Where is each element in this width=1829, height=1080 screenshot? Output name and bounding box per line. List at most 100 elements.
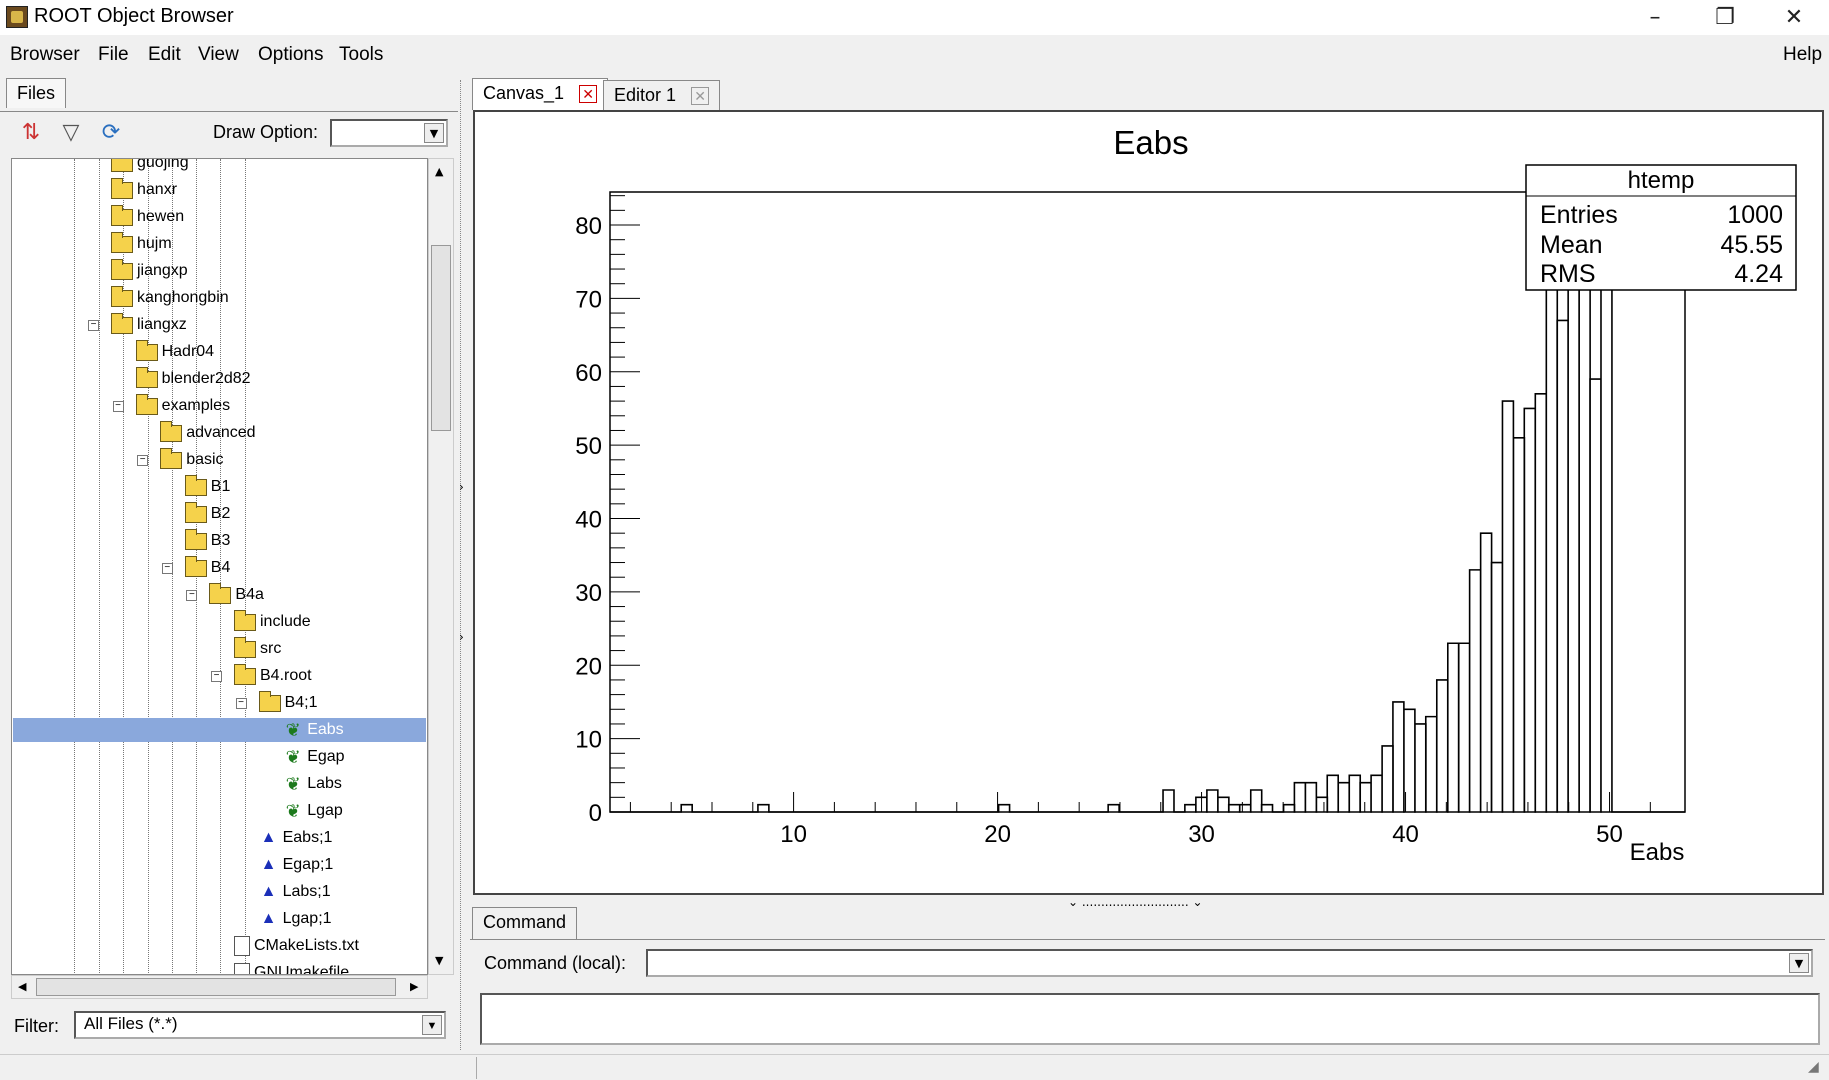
tree-horizontal-scrollbar[interactable]: ◀ ▶ <box>11 975 428 999</box>
tab-editor[interactable]: Editor 1 ✕ <box>603 80 721 110</box>
tree-item-b4[interactable]: B4 <box>184 555 230 580</box>
histogram-bin <box>1316 797 1327 812</box>
close-icon[interactable]: ✕ <box>691 87 710 105</box>
tree-item-cmakelists-txt[interactable]: CMakeLists.txt <box>234 934 359 958</box>
collapse-arrow-icon[interactable]: › <box>459 480 464 494</box>
menu-bar: Browser File Edit View Options Tools Hel… <box>0 38 1829 72</box>
close-icon[interactable]: ✕ <box>579 85 598 103</box>
folder-open-icon <box>209 582 232 604</box>
tree-item-examples[interactable]: examples <box>135 393 230 418</box>
expand-arrow-icon[interactable]: › <box>459 630 464 644</box>
tab-files[interactable]: Files <box>6 78 67 108</box>
tree-item-egap[interactable]: ❦ Egap <box>283 745 345 769</box>
y-tick-label: 80 <box>575 213 602 240</box>
chevron-down-icon[interactable]: ▼ <box>424 123 444 143</box>
tree-item-b3[interactable]: B3 <box>184 528 230 553</box>
tree-item-hanxr[interactable]: hanxr <box>111 177 177 202</box>
tree-item-jiangxp[interactable]: jiangxp <box>111 258 188 283</box>
tree-item-label: hewen <box>137 208 185 225</box>
tree-vertical-scrollbar[interactable]: ▲ ▼ <box>428 158 454 975</box>
tree-item-gnumakefile[interactable]: GNUmakefile <box>234 961 349 974</box>
tree-item-label: B2 <box>210 505 231 522</box>
scroll-right-icon[interactable]: ▶ <box>410 980 418 993</box>
command-input[interactable]: ▼ <box>646 949 1813 977</box>
folder-open-icon <box>160 447 183 469</box>
collapse-icon[interactable]: − <box>235 698 247 709</box>
menu-file[interactable]: File <box>98 44 129 66</box>
tree-item-hewen[interactable]: hewen <box>111 204 185 229</box>
tree-item-egap-1[interactable]: ▲ Egap;1 <box>259 853 334 877</box>
tree-item-label: hujm <box>137 235 172 252</box>
tree-item-labs[interactable]: ❦ Labs <box>283 772 342 796</box>
restore-button[interactable]: ❐ <box>1690 0 1760 35</box>
tree-item-advanced[interactable]: advanced <box>160 420 256 445</box>
tree-item-b1[interactable]: B1 <box>184 474 231 499</box>
folder-open-icon <box>135 393 158 415</box>
tree-item-label: B1 <box>210 478 231 495</box>
refresh-icon[interactable]: ⟳ <box>98 120 124 146</box>
draw-option-select[interactable]: ▼ <box>330 119 448 147</box>
tree-item-guojing[interactable]: guojing <box>111 159 189 175</box>
stats-entries-key: Entries <box>1540 201 1618 229</box>
tree-item-b4a[interactable]: B4a <box>209 582 264 607</box>
menu-options[interactable]: Options <box>258 44 323 66</box>
tree-item-lgap-1[interactable]: ▲ Lgap;1 <box>259 907 332 931</box>
tree-guide-line <box>245 159 246 974</box>
histogram-bin <box>758 805 769 812</box>
tree-item-b4-root[interactable]: B4.root <box>234 663 312 688</box>
vertical-splitter[interactable]: › › <box>459 80 466 1050</box>
collapse-icon[interactable]: − <box>112 401 124 412</box>
root-canvas[interactable]: Eabs 0 10 20 30 40 50 60 70 80 10 20 30 40 50 Eabs ht… <box>473 110 1824 895</box>
histogram-bin <box>1327 775 1338 812</box>
histogram-bin <box>1502 401 1513 812</box>
menu-tools[interactable]: Tools <box>339 44 383 66</box>
collapse-icon[interactable]: − <box>137 455 149 466</box>
command-output[interactable] <box>480 993 1820 1045</box>
tree-item-b4-1[interactable]: B4;1 <box>258 690 318 715</box>
tree-item-src[interactable]: src <box>234 636 281 661</box>
tree-item-lgap[interactable]: ❦ Lgap <box>283 799 343 823</box>
tree-item-blender2d82[interactable]: blender2d82 <box>135 366 251 391</box>
minimize-button[interactable]: – <box>1620 0 1690 35</box>
tree-item-include[interactable]: include <box>234 609 311 634</box>
tab-command[interactable]: Command <box>472 907 578 939</box>
resize-grip-icon[interactable]: ◢ <box>1808 1059 1819 1075</box>
menu-view[interactable]: View <box>198 44 239 66</box>
folder-icon <box>135 366 158 388</box>
title-bar: ROOT Object Browser – ❐ ✕ <box>0 0 1829 35</box>
tree-item-hujm[interactable]: hujm <box>111 231 172 256</box>
tree-item-label: liangxz <box>137 316 187 333</box>
collapse-icon[interactable]: − <box>161 563 173 574</box>
scroll-left-icon[interactable]: ◀ <box>18 980 26 993</box>
chevron-down-icon[interactable]: ▼ <box>1789 953 1809 973</box>
tab-canvas[interactable]: Canvas_1 ✕ <box>472 78 609 110</box>
root-app-icon <box>6 6 28 28</box>
scroll-up-icon[interactable]: ▲ <box>435 165 443 178</box>
command-divider <box>470 939 1825 940</box>
tree-item-kanghongbin[interactable]: kanghongbin <box>111 285 229 310</box>
collapse-icon[interactable]: − <box>211 671 222 682</box>
file-tree[interactable]: guojing hanxr hewen hujm jiangxp kanghongbin l… <box>11 158 428 975</box>
tree-item-basic[interactable]: basic <box>160 447 224 472</box>
menu-browser[interactable]: Browser <box>10 44 80 66</box>
sort-icon[interactable]: ⇅ <box>18 120 44 146</box>
scroll-down-icon[interactable]: ▼ <box>435 954 443 967</box>
chevron-down-icon[interactable]: ▼ <box>422 1015 442 1035</box>
menu-help[interactable]: Help <box>1783 44 1822 66</box>
hscroll-thumb[interactable] <box>36 978 396 996</box>
tree-item-b2[interactable]: B2 <box>184 501 231 526</box>
scroll-thumb[interactable] <box>431 245 451 431</box>
filter-select[interactable]: All Files (*.*) ▼ <box>74 1011 446 1039</box>
collapse-icon[interactable]: − <box>88 320 99 331</box>
close-window-button[interactable]: ✕ <box>1759 0 1829 35</box>
leaf-icon: ❦ <box>285 720 301 740</box>
tree-item-eabs-1[interactable]: ▲ Eabs;1 <box>259 826 333 850</box>
collapse-icon[interactable]: − <box>186 590 198 601</box>
tree-item-label: CMakeLists.txt <box>254 937 359 954</box>
tree-item-eabs[interactable]: ❦ Eabs <box>13 718 426 742</box>
tree-item-liangxz[interactable]: liangxz <box>111 312 187 337</box>
tree-item-hadr04[interactable]: Hadr04 <box>135 339 214 364</box>
filter-icon[interactable]: ▽ <box>58 120 84 146</box>
tree-item-labs-1[interactable]: ▲ Labs;1 <box>259 880 331 904</box>
menu-edit[interactable]: Edit <box>148 44 181 66</box>
